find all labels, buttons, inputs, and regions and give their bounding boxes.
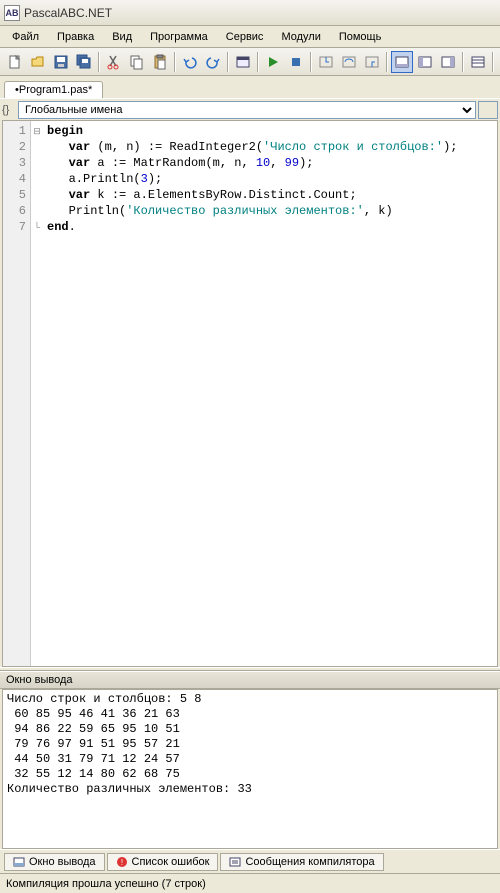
tab-label: Список ошибок (132, 856, 210, 868)
svg-text:!: ! (120, 858, 122, 867)
braces-icon: {} (2, 104, 16, 116)
output-icon (13, 856, 25, 868)
new-file-button[interactable] (4, 51, 26, 73)
scope-nav-button[interactable] (478, 101, 498, 119)
menu-modules[interactable]: Модули (273, 29, 328, 45)
panel3-button[interactable] (437, 51, 459, 73)
tab-compiler-messages[interactable]: Сообщения компилятора (220, 853, 383, 871)
toolbar-separator (462, 52, 464, 72)
menu-view[interactable]: Вид (104, 29, 140, 45)
editor-tab-bar: •Program1.pas* (0, 76, 500, 98)
status-text: Компиляция прошла успешно (7 строк) (6, 878, 206, 890)
bottom-tab-bar: Окно вывода ! Список ошибок Сообщения ко… (0, 849, 500, 873)
paste-button[interactable] (149, 51, 171, 73)
app-icon: AB (4, 5, 20, 21)
toolbar-separator (310, 52, 312, 72)
menu-bar: Файл Правка Вид Программа Сервис Модули … (0, 26, 500, 48)
messages-icon (229, 856, 241, 868)
code-editor[interactable]: 1234567 ⊟└ begin var (m, n) := ReadInteg… (2, 120, 498, 667)
cut-button[interactable] (103, 51, 125, 73)
scope-dropdown[interactable]: Глобальные имена (18, 101, 476, 119)
copy-button[interactable] (126, 51, 148, 73)
code-area[interactable]: begin var (m, n) := ReadInteger2('Число … (43, 121, 497, 666)
step-out-button[interactable] (361, 51, 383, 73)
tab-label: Сообщения компилятора (245, 856, 374, 868)
error-icon: ! (116, 856, 128, 868)
toolbar-separator (174, 52, 176, 72)
toolbar (0, 48, 500, 76)
panel4-button[interactable] (467, 51, 489, 73)
tab-label: Окно вывода (29, 856, 96, 868)
step-over-button[interactable] (338, 51, 360, 73)
step-into-button[interactable] (315, 51, 337, 73)
output-panel-title: Окно вывода (0, 671, 500, 689)
line-number-gutter: 1234567 (3, 121, 31, 666)
output-panel[interactable]: Число строк и столбцов: 5 8 60 85 95 46 … (2, 689, 498, 849)
toolbar-separator (257, 52, 259, 72)
toggle-form-button[interactable] (232, 51, 254, 73)
title-bar: AB PascalABC.NET (0, 0, 500, 26)
status-bar: Компиляция прошла успешно (7 строк) (0, 873, 500, 893)
menu-edit[interactable]: Правка (49, 29, 102, 45)
menu-program[interactable]: Программа (142, 29, 216, 45)
redo-button[interactable] (202, 51, 224, 73)
toolbar-separator (227, 52, 229, 72)
panel2-button[interactable] (414, 51, 436, 73)
tab-output-window[interactable]: Окно вывода (4, 853, 105, 871)
stop-button[interactable] (285, 51, 307, 73)
undo-button[interactable] (179, 51, 201, 73)
panel1-button[interactable] (391, 51, 413, 73)
run-button[interactable] (262, 51, 284, 73)
editor-tab[interactable]: •Program1.pas* (4, 81, 103, 98)
scope-bar: {} Глобальные имена (0, 98, 500, 120)
open-file-button[interactable] (27, 51, 49, 73)
save-all-button[interactable] (73, 51, 95, 73)
fold-gutter[interactable]: ⊟└ (31, 121, 43, 666)
toolbar-separator (492, 52, 494, 72)
menu-service[interactable]: Сервис (218, 29, 272, 45)
save-button[interactable] (50, 51, 72, 73)
menu-help[interactable]: Помощь (331, 29, 390, 45)
toolbar-separator (386, 52, 388, 72)
tab-error-list[interactable]: ! Список ошибок (107, 853, 219, 871)
menu-file[interactable]: Файл (4, 29, 47, 45)
toolbar-separator (98, 52, 100, 72)
window-title: PascalABC.NET (24, 6, 112, 20)
